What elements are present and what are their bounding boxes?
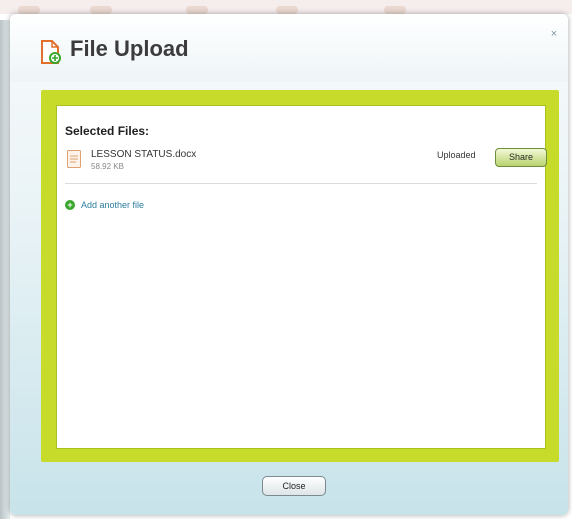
background-shape <box>90 6 112 14</box>
upload-frame: Selected Files: LESSON STATUS.docx 58.92… <box>41 90 559 462</box>
close-button[interactable]: Close <box>262 476 326 496</box>
background-edge <box>0 20 10 519</box>
share-button[interactable]: Share <box>495 148 547 167</box>
close-icon[interactable]: × <box>548 28 560 40</box>
dialog-header: × File Upload <box>10 14 568 82</box>
file-name: LESSON STATUS.docx <box>91 149 197 160</box>
background-shape <box>276 6 298 14</box>
file-status: Uploaded <box>437 150 476 160</box>
section-title: Selected Files: <box>65 124 150 138</box>
file-row: LESSON STATUS.docx 58.92 KB Uploaded Sha… <box>65 146 547 180</box>
file-size: 58.92 KB <box>91 162 124 171</box>
file-upload-icon <box>41 40 61 64</box>
background-shape <box>384 6 406 14</box>
document-icon <box>67 150 81 168</box>
plus-circle-icon: + <box>65 200 75 210</box>
add-another-file-link[interactable]: + Add another file <box>65 200 144 210</box>
selected-files-panel: Selected Files: LESSON STATUS.docx 58.92… <box>56 105 547 449</box>
background-shape <box>186 6 208 14</box>
file-upload-dialog: × File Upload Selected Files: LESSON STA… <box>10 14 568 515</box>
dialog-title: File Upload <box>70 36 189 61</box>
divider <box>65 183 537 184</box>
background-strip <box>0 0 572 14</box>
background-shape <box>18 6 40 14</box>
add-another-file-label: Add another file <box>81 200 145 210</box>
